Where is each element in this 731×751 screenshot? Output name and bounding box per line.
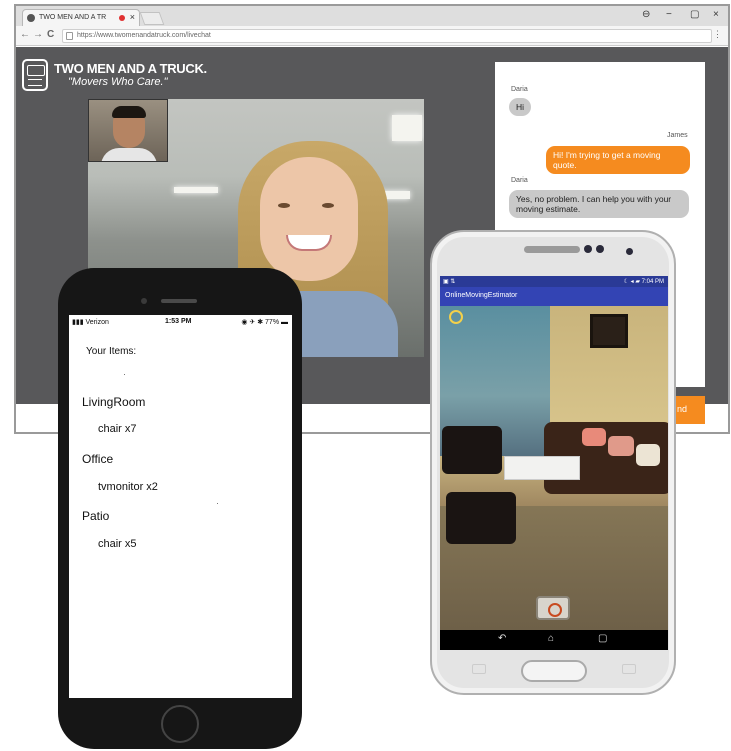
room-label-office[interactable]: Office xyxy=(82,452,113,466)
front-camera-icon xyxy=(584,245,592,253)
item-line[interactable]: chair x5 xyxy=(98,538,137,550)
room-label-livingroom[interactable]: LivingRoom xyxy=(82,395,145,409)
logo-name[interactable]: TWO MEN AND A TRUCK. xyxy=(54,61,207,76)
app-title: OnlineMovingEstimator xyxy=(445,292,518,299)
ios-status-bar: ▮▮▮ Verizon 1:53 PM ◉ ✈ ✱ 77% ▬ xyxy=(69,317,292,329)
reload-icon[interactable]: C xyxy=(47,29,54,40)
proximity-sensor-icon xyxy=(626,248,633,255)
carrier-signal: ▮▮▮ Verizon xyxy=(72,319,109,326)
chat-sender-name: James xyxy=(667,132,688,139)
front-camera-icon xyxy=(141,298,147,304)
address-bar: ← → C https://www.twomenandatruck.com/li… xyxy=(16,26,728,46)
search-icon[interactable] xyxy=(449,310,463,324)
browser-menu-icon[interactable]: ⋮ xyxy=(713,29,722,40)
url-field[interactable]: https://www.twomenandatruck.com/livechat xyxy=(62,29,712,43)
back-arrow-icon[interactable]: ← xyxy=(20,29,30,40)
pillow xyxy=(582,428,606,446)
self-view-shirt xyxy=(101,148,157,161)
send-button[interactable]: nd xyxy=(673,396,705,424)
forward-arrow-icon[interactable]: → xyxy=(33,29,43,40)
new-tab-button[interactable] xyxy=(139,12,165,25)
home-button[interactable] xyxy=(161,705,199,743)
chat-sender-name: Daria xyxy=(511,86,528,93)
item-line[interactable]: chair x7 xyxy=(98,423,137,435)
android-device: ▣ ⇅ ☾ ◂ ▰ 7:04 PM OnlineMovingEstimator … xyxy=(430,230,676,695)
page-info-icon[interactable] xyxy=(66,32,73,40)
restore-button[interactable]: ▢ xyxy=(690,9,699,20)
pillow xyxy=(636,444,660,466)
back-icon[interactable]: ↶ xyxy=(498,633,506,644)
speck xyxy=(124,374,125,375)
android-screen: ▣ ⇅ ☾ ◂ ▰ 7:04 PM OnlineMovingEstimator … xyxy=(440,276,668,650)
self-view-video[interactable] xyxy=(88,99,168,162)
menu-softkey-icon[interactable] xyxy=(472,664,486,674)
ceiling-light xyxy=(392,115,422,141)
chat-sender-name: Daria xyxy=(511,177,528,184)
speck xyxy=(217,503,218,504)
camera-preview[interactable] xyxy=(440,306,668,630)
coffee-table xyxy=(504,456,580,480)
home-button[interactable] xyxy=(521,660,587,682)
account-icon[interactable]: ⊖ xyxy=(642,9,650,20)
truck-logo-icon[interactable] xyxy=(22,59,48,91)
item-line[interactable]: tvmonitor x2 xyxy=(98,481,158,493)
minimize-button[interactable]: − xyxy=(666,9,672,20)
room-label-patio[interactable]: Patio xyxy=(82,509,109,523)
recents-icon[interactable]: ▢ xyxy=(598,633,607,644)
app-bar: OnlineMovingEstimator xyxy=(440,287,668,306)
wall-picture xyxy=(590,314,628,348)
items-heading: Your Items: xyxy=(86,346,137,357)
url-text: https://www.twomenandatruck.com/livechat xyxy=(77,32,211,39)
status-time: 1:53 PM xyxy=(165,318,192,325)
browser-tab[interactable]: TWO MEN AND A TR × xyxy=(22,9,140,26)
iphone-screen: ▮▮▮ Verizon 1:53 PM ◉ ✈ ✱ 77% ▬ Your Ite… xyxy=(69,315,292,698)
chat-message-incoming: Yes, no problem. I can help you with you… xyxy=(509,190,689,218)
tab-bar: TWO MEN AND A TR × ⊖ − ▢ × xyxy=(16,6,728,26)
participant-eye xyxy=(322,203,334,208)
battery-status: ◉ ✈ ✱ 77% ▬ xyxy=(241,319,288,326)
earpiece-speaker xyxy=(161,299,197,303)
home-icon[interactable]: ⌂ xyxy=(548,633,554,644)
close-window-button[interactable]: × xyxy=(713,9,719,20)
participant-eye xyxy=(278,203,290,208)
tab-close-icon[interactable]: × xyxy=(130,12,135,22)
ceiling-light xyxy=(174,187,218,193)
android-nav-bar: ↶ ⌂ ▢ xyxy=(440,630,668,650)
status-time: ☾ ◂ ▰ 7:04 PM xyxy=(623,279,664,285)
tab-title: TWO MEN AND A TR xyxy=(39,14,107,21)
recording-indicator-icon xyxy=(119,15,125,21)
android-status-bar: ▣ ⇅ ☾ ◂ ▰ 7:04 PM xyxy=(440,276,668,287)
armchair xyxy=(442,426,502,474)
camera-capture-button[interactable] xyxy=(536,596,570,620)
pillow xyxy=(608,436,634,456)
sensor-icon xyxy=(596,245,604,253)
back-softkey-icon[interactable] xyxy=(622,664,636,674)
remote-participant-face xyxy=(260,157,358,281)
self-view-hair xyxy=(112,106,146,118)
armchair xyxy=(446,492,516,544)
logo-tagline: "Movers Who Care." xyxy=(68,76,168,88)
notification-icons: ▣ ⇅ xyxy=(443,279,456,285)
chat-message-incoming: Hi xyxy=(509,98,532,116)
speaker-grille xyxy=(524,246,580,253)
iphone-device: ▮▮▮ Verizon 1:53 PM ◉ ✈ ✱ 77% ▬ Your Ite… xyxy=(58,268,302,749)
site-favicon-icon xyxy=(27,14,35,22)
chat-message-outgoing: Hi! I'm trying to get a moving quote. xyxy=(546,146,690,174)
